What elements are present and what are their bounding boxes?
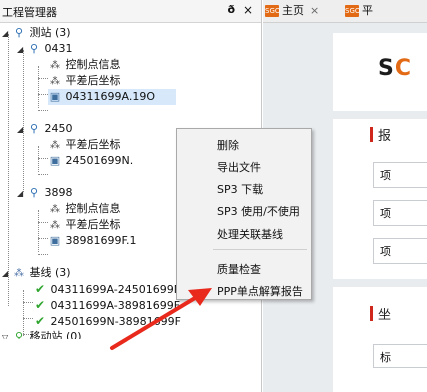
annotation-arrow — [110, 288, 212, 350]
arrow-head — [188, 288, 212, 306]
arrow-shaft — [110, 293, 202, 350]
